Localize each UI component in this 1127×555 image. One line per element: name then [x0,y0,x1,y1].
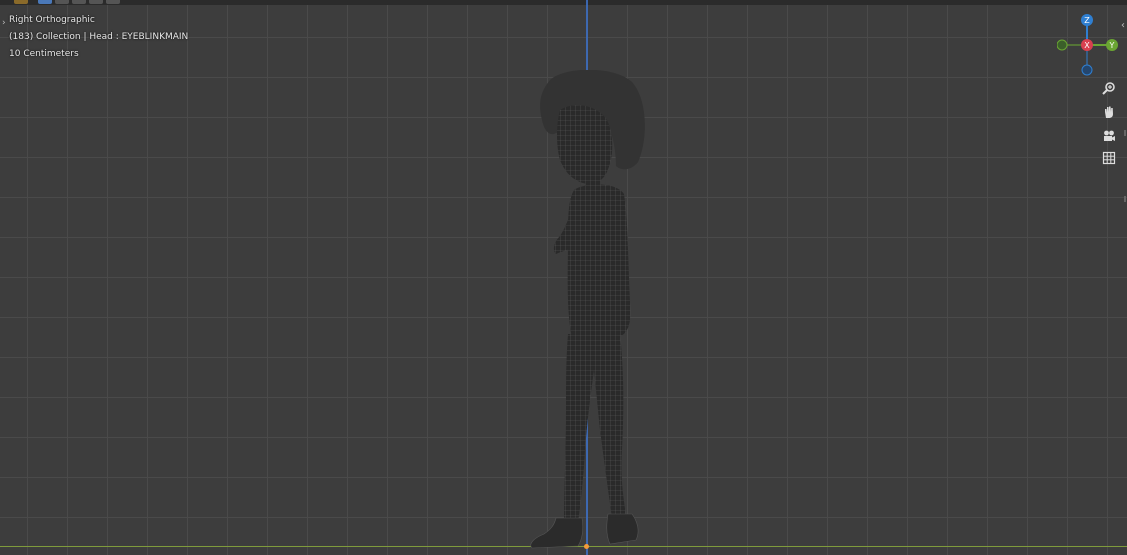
grid-icon [1102,151,1116,165]
gizmo-z-label: Z [1084,16,1090,25]
camera-view-button[interactable] [1099,126,1119,146]
select-subtract-button[interactable] [72,0,86,4]
header-strip [0,0,1127,5]
region-edge-marker [1124,196,1126,202]
navigation-gizmo[interactable]: Z Y X [1057,14,1119,76]
grid-scale: 10 Centimeters [9,49,79,59]
gizmo-y-label: Y [1109,41,1115,50]
hand-icon [1105,106,1113,118]
zoom-icon [1102,82,1115,95]
select-intersect-button[interactable] [106,0,120,4]
select-extend-button[interactable] [55,0,69,4]
select-box-button[interactable] [38,0,52,4]
region-edge-marker [1124,130,1126,136]
view-name: Right Orthographic [9,15,95,25]
mode-button[interactable] [14,0,28,4]
gizmo-x-label: X [1084,41,1090,50]
pan-button[interactable] [1099,102,1119,122]
camera-icon [1104,130,1115,141]
origin-point [584,544,589,549]
context-info: (183) Collection | Head : EYEBLINKMAIN [9,32,189,42]
3d-viewport[interactable]: › Right Orthographic (183) Collection | … [0,0,1127,555]
character-mesh[interactable] [520,70,660,552]
select-invert-button[interactable] [89,0,103,4]
gizmo-neg-z-handle[interactable] [1081,64,1093,76]
toolbar-expand-icon[interactable]: › [2,18,6,28]
gizmo-neg-y-handle[interactable] [1057,39,1068,51]
zoom-button[interactable] [1099,78,1119,98]
perspective-toggle-button[interactable] [1099,148,1119,168]
sidebar-expand-icon[interactable]: ‹ [1121,20,1125,31]
